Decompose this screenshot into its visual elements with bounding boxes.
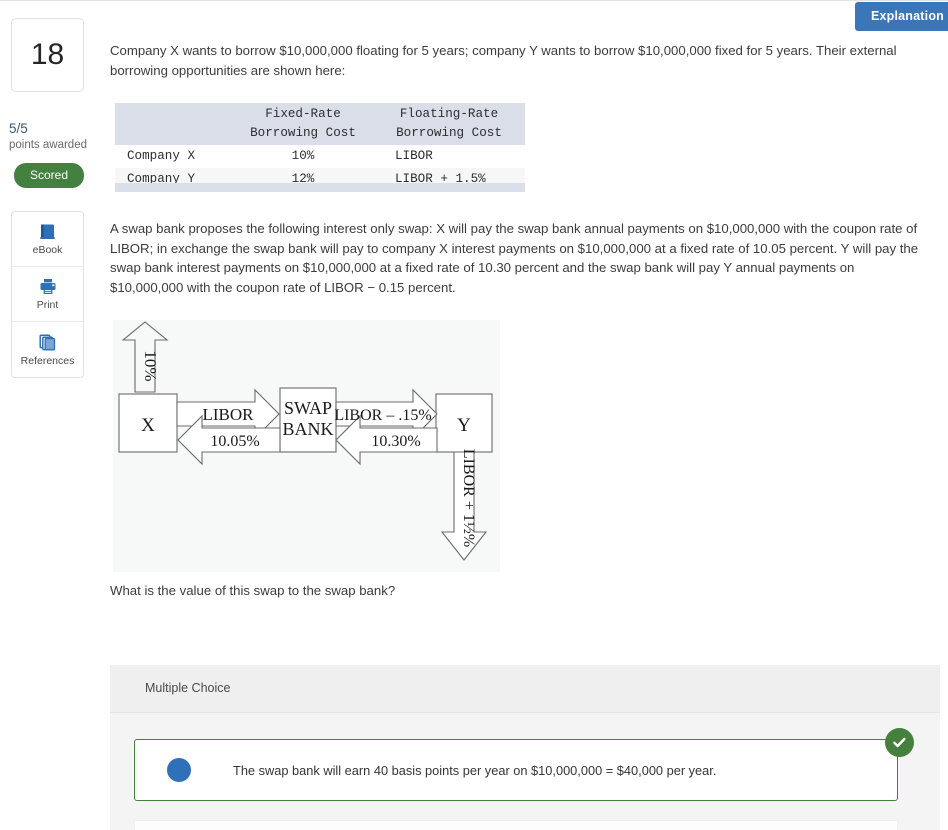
answer-type-label: Multiple Choice bbox=[145, 681, 231, 695]
diagram-node-bank-line2: BANK bbox=[282, 419, 333, 439]
answer-panel: Multiple Choice The swap bank will earn … bbox=[110, 665, 940, 830]
copy-pages-icon bbox=[38, 333, 57, 352]
diagram-node-x: X bbox=[141, 415, 155, 436]
table-header-blank bbox=[115, 103, 233, 145]
tool-panel: eBook Print References bbox=[11, 211, 84, 378]
points-score: 5/5 bbox=[9, 121, 28, 136]
check-icon bbox=[893, 737, 906, 748]
answer-type-header: Multiple Choice bbox=[110, 665, 940, 713]
question-number: 18 bbox=[30, 38, 65, 71]
print-label: Print bbox=[36, 299, 59, 311]
question-number-card: 18 bbox=[11, 18, 84, 92]
question-final-prompt: What is the value of this swap to the sw… bbox=[110, 583, 396, 598]
references-button[interactable]: References bbox=[12, 322, 83, 377]
diagram-arrow-10pct: 10% bbox=[141, 350, 160, 381]
references-label: References bbox=[20, 354, 75, 367]
diagram-arrow-libor-minus: LIBOR – .15% bbox=[334, 407, 431, 424]
borrowing-cost-table: Fixed-Rate Borrowing Cost Floating-Rate … bbox=[115, 103, 525, 191]
diagram-node-bank-line1: SWAP bbox=[284, 398, 332, 418]
answer-option[interactable]: The swap bank will earn 40 basis points … bbox=[134, 739, 898, 801]
diagram-node-y: Y bbox=[457, 415, 471, 436]
diagram-arrow-libor-plus: LIBOR + 1½% bbox=[460, 449, 477, 547]
points-awarded-label: points awarded bbox=[9, 139, 87, 151]
diagram-arrow-1005: 10.05% bbox=[210, 433, 259, 450]
row-floating-rate: LIBOR bbox=[395, 149, 433, 163]
table-header-fixed: Fixed-Rate Borrowing Cost bbox=[233, 103, 373, 145]
table-footer-bar bbox=[115, 183, 525, 192]
answer-option-text: The swap bank will earn 40 basis points … bbox=[233, 762, 717, 778]
diagram-arrow-1030: 10.30% bbox=[371, 433, 420, 450]
book-icon bbox=[38, 222, 57, 241]
ebook-button[interactable]: eBook bbox=[12, 212, 83, 267]
swap-diagram: X SWAP BANK Y LIBOR 10.05% LIBOR – .15% … bbox=[113, 320, 500, 572]
swap-description: A swap bank proposes the following inter… bbox=[110, 221, 919, 295]
print-button[interactable]: Print bbox=[12, 267, 83, 322]
explanation-button[interactable]: Explanation bbox=[854, 2, 948, 31]
table-header-floating: Floating-Rate Borrowing Cost bbox=[373, 103, 525, 145]
radio-button-selected[interactable] bbox=[167, 758, 191, 782]
table-header-row: Fixed-Rate Borrowing Cost Floating-Rate … bbox=[115, 103, 525, 145]
question-intro: Company X wants to borrow $10,000,000 fl… bbox=[110, 43, 897, 78]
table-row: Company X 10% LIBOR bbox=[115, 145, 525, 168]
top-divider bbox=[0, 0, 948, 1]
diagram-arrow-libor: LIBOR bbox=[203, 405, 255, 424]
scored-badge: Scored bbox=[14, 163, 85, 188]
next-option-partial bbox=[134, 820, 898, 830]
printer-icon bbox=[38, 277, 58, 296]
question-page: Explanation 18 5/5 points awarded Scored… bbox=[0, 0, 948, 830]
correct-answer-badge bbox=[885, 728, 914, 757]
row-fixed-rate: 10% bbox=[291, 149, 315, 163]
ebook-label: eBook bbox=[32, 244, 63, 256]
row-company-name: Company X bbox=[127, 149, 196, 163]
